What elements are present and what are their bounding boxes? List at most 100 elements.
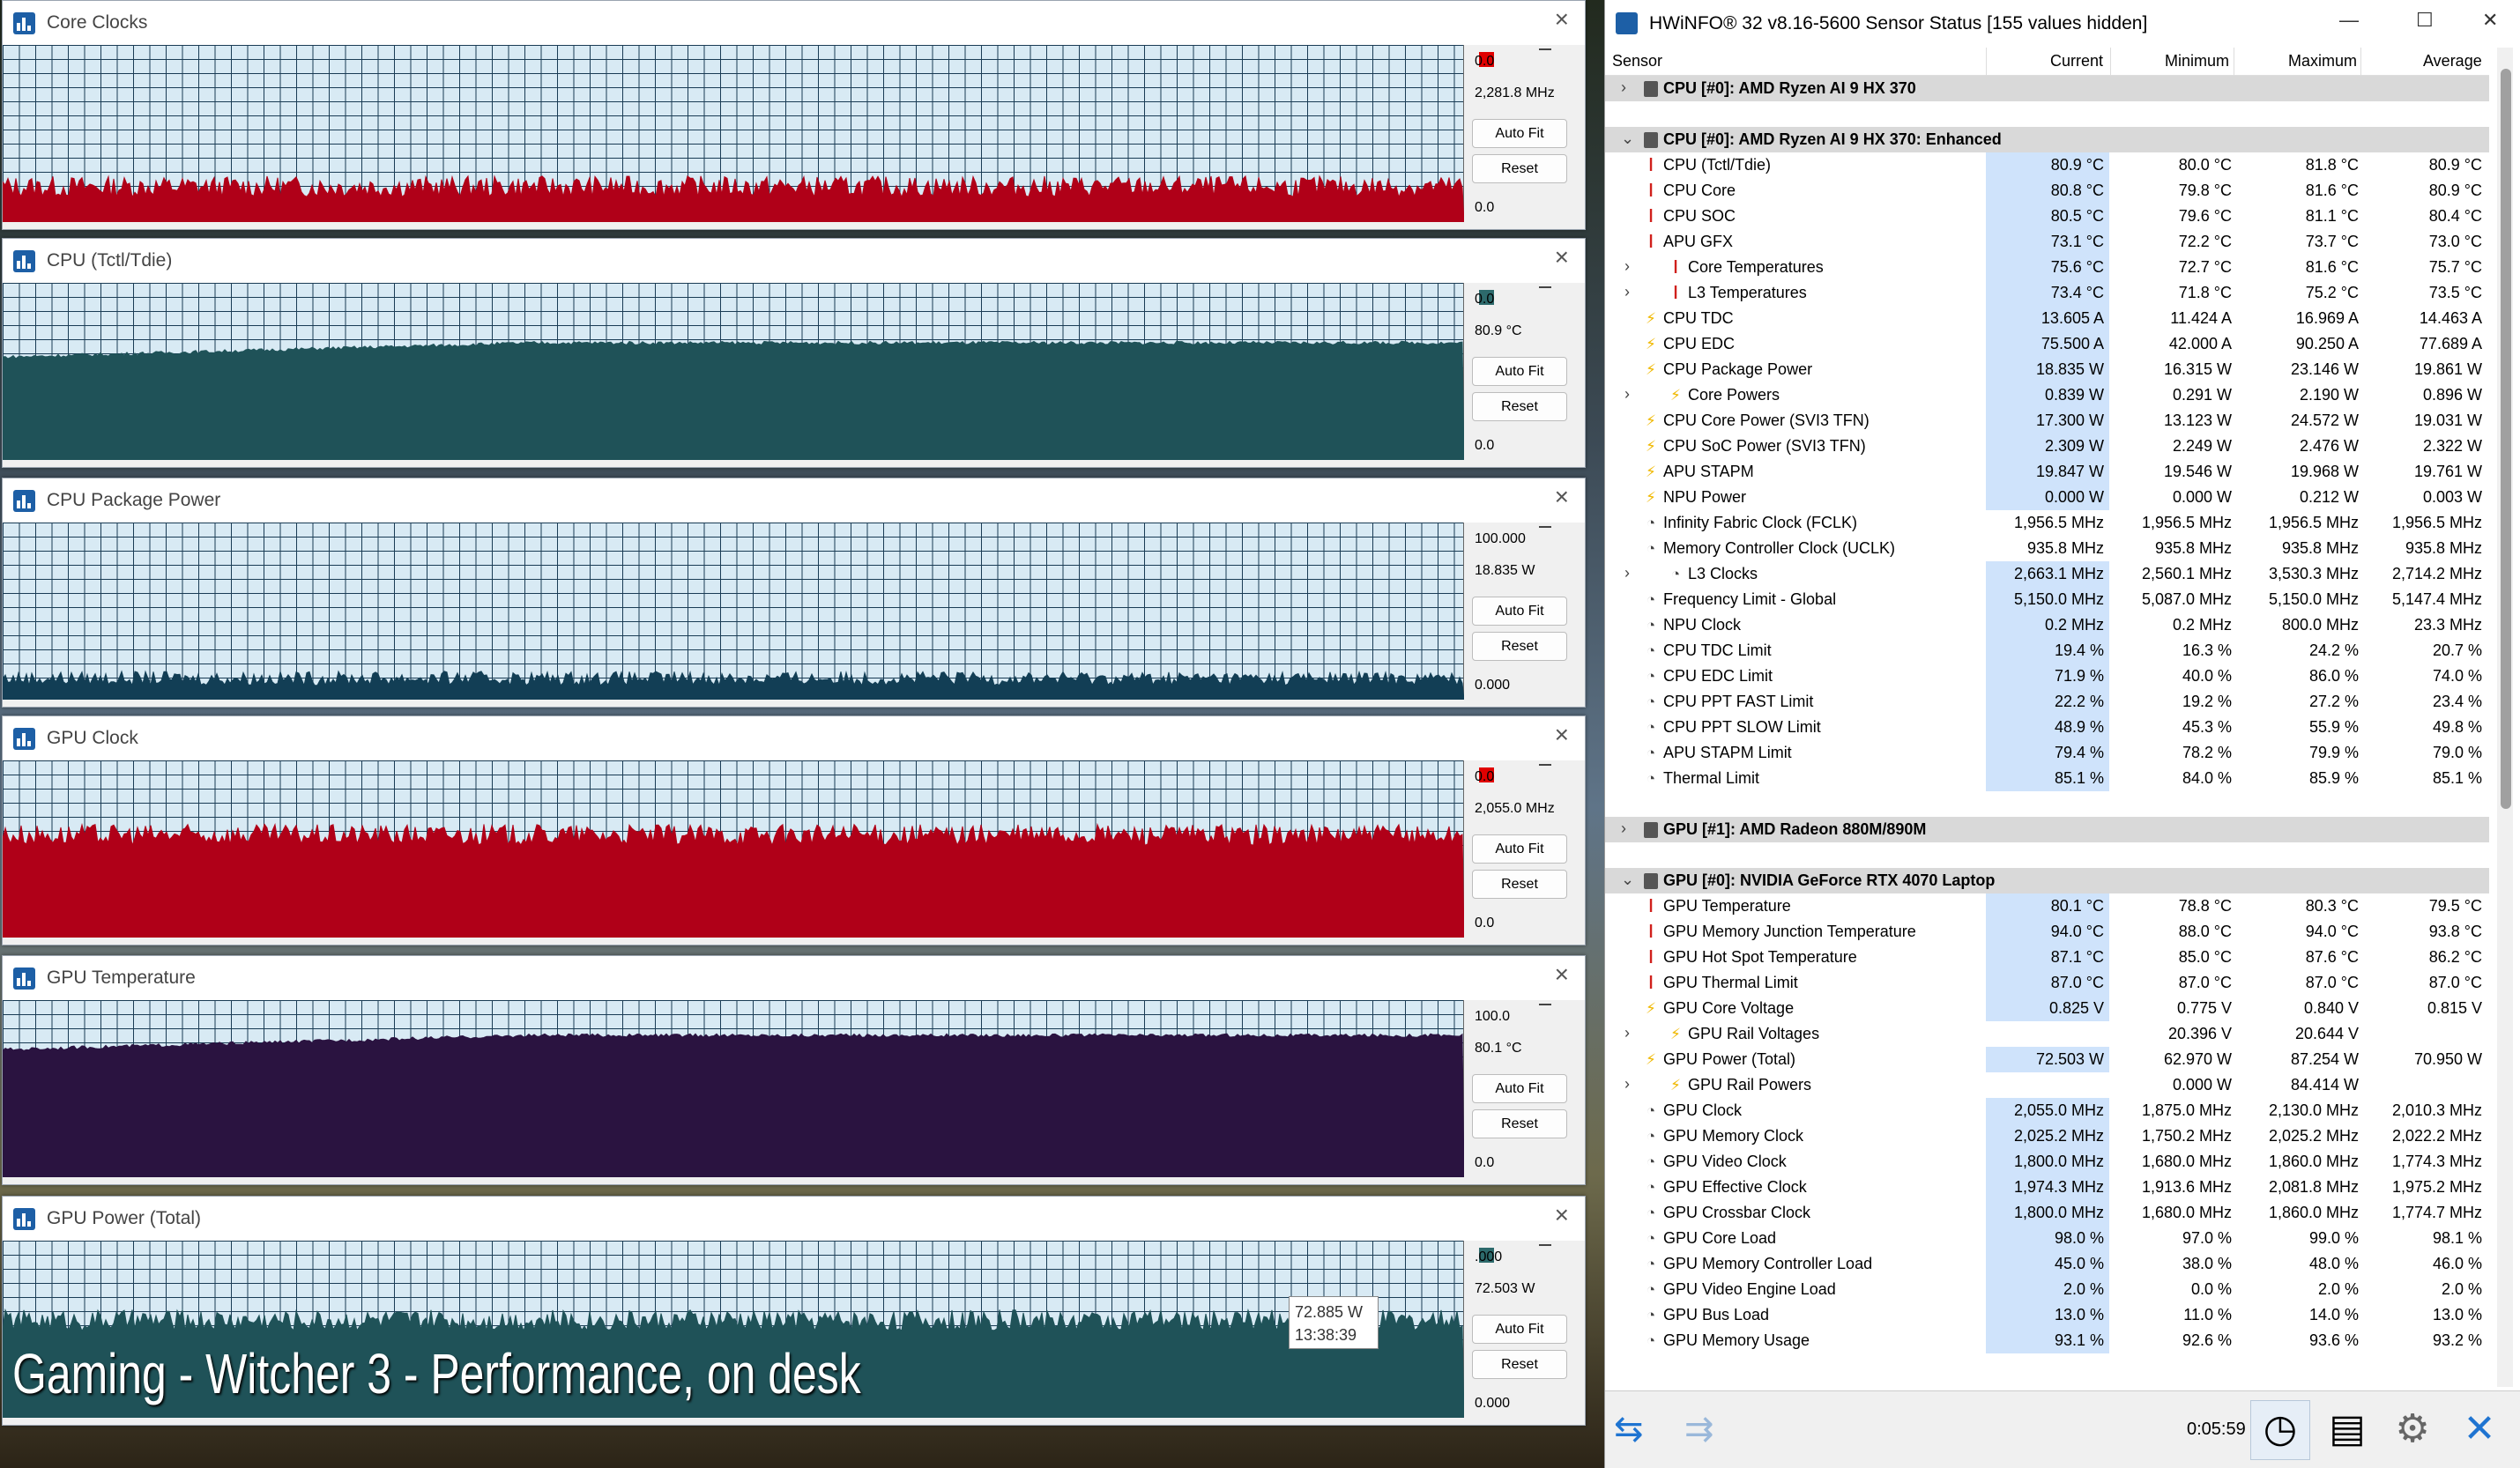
sensor-row[interactable]: ǀ GPU Hot Spot Temperature 87.1 °C 85.0 °C 8…	[1605, 945, 2489, 970]
reset-button[interactable]: Reset	[1472, 632, 1567, 661]
col-minimum[interactable]: Minimum	[2165, 52, 2229, 70]
expand-chevron-icon[interactable]: ›	[1624, 564, 1630, 582]
sensor-row[interactable]: ⚡ CPU SoC Power (SVI3 TFN) 2.309 W 2.249 W 2…	[1605, 434, 2489, 459]
report-icon[interactable]: ▤	[2317, 1400, 2377, 1460]
col-sensor[interactable]: Sensor	[1612, 52, 1662, 70]
sensor-row[interactable]: ◔ NPU Clock 0.2 MHz 0.2 MHz 800.0 MHz 23.3 MH…	[1605, 612, 2489, 638]
auto-fit-button[interactable]: Auto Fit	[1472, 1074, 1567, 1103]
sensor-row[interactable]: ◔ GPU Memory Controller Load 45.0 % 38.0 % 4…	[1605, 1251, 2489, 1277]
sensor-row[interactable]: ◔ GPU Effective Clock 1,974.3 MHz 1,913.6 M…	[1605, 1175, 2489, 1200]
sensor-row[interactable]: ǀ CPU SOC 80.5 °C 79.6 °C 81.1 °C 80.4 °C	[1605, 204, 2489, 229]
sensor-row[interactable]: ǀ GPU Memory Junction Temperature 94.0 °C 8…	[1605, 919, 2489, 945]
auto-fit-button[interactable]: Auto Fit	[1472, 834, 1567, 864]
sensor-row[interactable]: ◔ GPU Bus Load 13.0 % 11.0 % 14.0 % 13.0 %	[1605, 1302, 2489, 1328]
sensor-row[interactable]: ◔ GPU Video Engine Load 2.0 % 0.0 % 2.0 % 2.0…	[1605, 1277, 2489, 1302]
sensor-row[interactable]: ◔ GPU Clock 2,055.0 MHz 1,875.0 MHz 2,130.0 …	[1605, 1098, 2489, 1123]
reset-button[interactable]: Reset	[1472, 154, 1567, 183]
sensor-row[interactable]: ◔ GPU Memory Usage 93.1 % 92.6 % 93.6 % 93.2 …	[1605, 1328, 2489, 1353]
auto-fit-button[interactable]: Auto Fit	[1472, 1315, 1567, 1344]
sensor-row[interactable]: ⚡ APU STAPM 19.847 W 19.546 W 19.968 W 19.761…	[1605, 459, 2489, 485]
sensor-row[interactable]: › ⚡ GPU Rail Powers 0.000 W 84.414 W	[1605, 1072, 2489, 1098]
close-icon[interactable]: ×	[1555, 962, 1569, 987]
nav-collapse-icon[interactable]: ⇉	[1684, 1409, 1714, 1449]
sensor-row[interactable]: ⚡ GPU Core Voltage 0.825 V 0.775 V 0.840 V 0.…	[1605, 996, 2489, 1021]
sensor-row[interactable]: ⚡ CPU Core Power (SVI3 TFN) 17.300 W 13.123…	[1605, 408, 2489, 434]
sensor-row[interactable]: ǀ CPU Core 80.8 °C 79.8 °C 81.6 °C 80.9 °C	[1605, 178, 2489, 204]
col-maximum[interactable]: Maximum	[2288, 52, 2357, 70]
sensor-row[interactable]: ◔ Thermal Limit 85.1 % 84.0 % 85.9 % 85.1 %	[1605, 766, 2489, 791]
minimize-icon[interactable]: —	[2339, 9, 2359, 32]
sensor-label: GPU Core Voltage	[1663, 999, 1795, 1017]
reset-button[interactable]: Reset	[1472, 870, 1567, 899]
col-current[interactable]: Current	[2050, 52, 2103, 70]
auto-fit-button[interactable]: Auto Fit	[1472, 119, 1567, 148]
reset-button[interactable]: Reset	[1472, 1350, 1567, 1379]
sensor-row[interactable]: › ǀ Core Temperatures 75.6 °C 72.7 °C 81.6 °C…	[1605, 255, 2489, 280]
maximize-icon[interactable]: ☐	[2416, 9, 2434, 32]
minimize-icon[interactable]	[1539, 286, 1551, 288]
minimize-icon[interactable]	[1539, 764, 1551, 766]
reset-button[interactable]: Reset	[1472, 392, 1567, 421]
graph-current-value: 80.9 °C	[1475, 323, 1522, 338]
settings-gear-icon[interactable]: ⚙	[2382, 1400, 2442, 1460]
sensor-row[interactable]: ◔ GPU Crossbar Clock 1,800.0 MHz 1,680.0 MH…	[1605, 1200, 2489, 1226]
expand-chevron-icon[interactable]: ⌄	[1621, 130, 1634, 148]
sensor-row[interactable]: ◔ APU STAPM Limit 79.4 % 78.2 % 79.9 % 79.0 %	[1605, 740, 2489, 766]
clock-icon[interactable]: ◷	[2250, 1400, 2310, 1460]
sensor-row[interactable]: ǀ GPU Temperature 80.1 °C 78.8 °C 80.3 °C 79.…	[1605, 893, 2489, 919]
sensor-row[interactable]: ǀ GPU Thermal Limit 87.0 °C 87.0 °C 87.0 °C 8…	[1605, 970, 2489, 996]
sensor-label: Core Powers	[1688, 386, 1780, 404]
sensor-row[interactable]: › ⚡ Core Powers 0.839 W 0.291 W 2.190 W 0.896 …	[1605, 382, 2489, 408]
sensor-row[interactable]: ⚡ CPU Package Power 18.835 W 16.315 W 23.146…	[1605, 357, 2489, 382]
close-icon[interactable]: ×	[1555, 7, 1569, 32]
close-icon[interactable]: ✕	[2482, 9, 2498, 32]
sensor-row[interactable]: ◔ GPU Memory Clock 2,025.2 MHz 1,750.2 MHz 2…	[1605, 1123, 2489, 1149]
sensor-row[interactable]: ◔ Frequency Limit - Global 5,150.0 MHz 5,08…	[1605, 587, 2489, 612]
expand-chevron-icon[interactable]: ⌄	[1621, 871, 1634, 889]
sensor-row[interactable]: ◔ CPU TDC Limit 19.4 % 16.3 % 24.2 % 20.7 %	[1605, 638, 2489, 664]
expand-chevron-icon[interactable]: ›	[1624, 1075, 1630, 1094]
close-icon[interactable]: ×	[1555, 1203, 1569, 1227]
sensor-row[interactable]: ◔ CPU EDC Limit 71.9 % 40.0 % 86.0 % 74.0 %	[1605, 664, 2489, 689]
scrollbar-thumb[interactable]	[2501, 69, 2511, 809]
minimize-icon[interactable]	[1539, 1004, 1551, 1005]
expand-chevron-icon[interactable]: ›	[1624, 1024, 1630, 1042]
sensor-row[interactable]: › ǀ L3 Temperatures 73.4 °C 71.8 °C 75.2 °C 73…	[1605, 280, 2489, 306]
sensor-group[interactable]: ⌄ CPU [#0]: AMD Ryzen AI 9 HX 370: Enhanc…	[1605, 127, 2489, 152]
minimize-icon[interactable]	[1539, 48, 1551, 50]
minimize-icon[interactable]	[1539, 1244, 1551, 1246]
sensor-row[interactable]: ◔ Memory Controller Clock (UCLK) 935.8 MHz…	[1605, 536, 2489, 561]
close-icon[interactable]: ×	[1555, 485, 1569, 509]
expand-chevron-icon[interactable]: ›	[1624, 385, 1630, 404]
sensor-row[interactable]: ◔ CPU PPT FAST Limit 22.2 % 19.2 % 27.2 % 23.…	[1605, 689, 2489, 715]
sensor-group[interactable]: ⌄ GPU [#0]: NVIDIA GeForce RTX 4070 Lapto…	[1605, 868, 2489, 893]
expand-chevron-icon[interactable]: ›	[1624, 257, 1630, 276]
sensor-group[interactable]: › GPU [#1]: AMD Radeon 880M/890M	[1605, 817, 2489, 842]
nav-back-forward-icon[interactable]: ⇆	[1614, 1409, 1644, 1449]
expand-chevron-icon[interactable]: ›	[1621, 78, 1626, 97]
sensor-row[interactable]: ⚡ GPU Power (Total) 72.503 W 62.970 W 87.254…	[1605, 1047, 2489, 1072]
sensor-row[interactable]: ◔ GPU Video Clock 1,800.0 MHz 1,680.0 MHz 1,…	[1605, 1149, 2489, 1175]
sensor-row[interactable]: › ⚡ GPU Rail Voltages 20.396 V 20.644 V	[1605, 1021, 2489, 1047]
sensor-row[interactable]: ⚡ CPU EDC 75.500 A 42.000 A 90.250 A 77.689 A	[1605, 331, 2489, 357]
expand-chevron-icon[interactable]: ›	[1621, 819, 1626, 838]
sensor-row[interactable]: ⚡ CPU TDC 13.605 A 11.424 A 16.969 A 14.463 A	[1605, 306, 2489, 331]
sensor-row[interactable]: ◔ CPU PPT SLOW Limit 48.9 % 45.3 % 55.9 % 49.…	[1605, 715, 2489, 740]
auto-fit-button[interactable]: Auto Fit	[1472, 357, 1567, 386]
reset-button[interactable]: Reset	[1472, 1109, 1567, 1138]
close-icon[interactable]: ×	[1555, 245, 1569, 270]
sensor-row[interactable]: ◔ Infinity Fabric Clock (FCLK) 1,956.5 MHz…	[1605, 510, 2489, 536]
sensor-group[interactable]: › CPU [#0]: AMD Ryzen AI 9 HX 370	[1605, 76, 2489, 101]
col-average[interactable]: Average	[2423, 52, 2482, 70]
exit-icon[interactable]: ✕	[2449, 1400, 2509, 1460]
average-value: 2.322 W	[2422, 437, 2482, 455]
close-icon[interactable]: ×	[1555, 723, 1569, 747]
sensor-row[interactable]: ⚡ NPU Power 0.000 W 0.000 W 0.212 W 0.003 W	[1605, 485, 2489, 510]
sensor-row[interactable]: › ◔ L3 Clocks 2,663.1 MHz 2,560.1 MHz 3,530.3…	[1605, 561, 2489, 587]
minimize-icon[interactable]	[1539, 526, 1551, 528]
expand-chevron-icon[interactable]: ›	[1624, 283, 1630, 301]
sensor-row[interactable]: ǀ APU GFX 73.1 °C 72.2 °C 73.7 °C 73.0 °C	[1605, 229, 2489, 255]
sensor-row[interactable]: ◔ GPU Core Load 98.0 % 97.0 % 99.0 % 98.1 %	[1605, 1226, 2489, 1251]
sensor-row[interactable]: ǀ CPU (Tctl/Tdie) 80.9 °C 80.0 °C 81.8 °C 80.…	[1605, 152, 2489, 178]
auto-fit-button[interactable]: Auto Fit	[1472, 597, 1567, 626]
